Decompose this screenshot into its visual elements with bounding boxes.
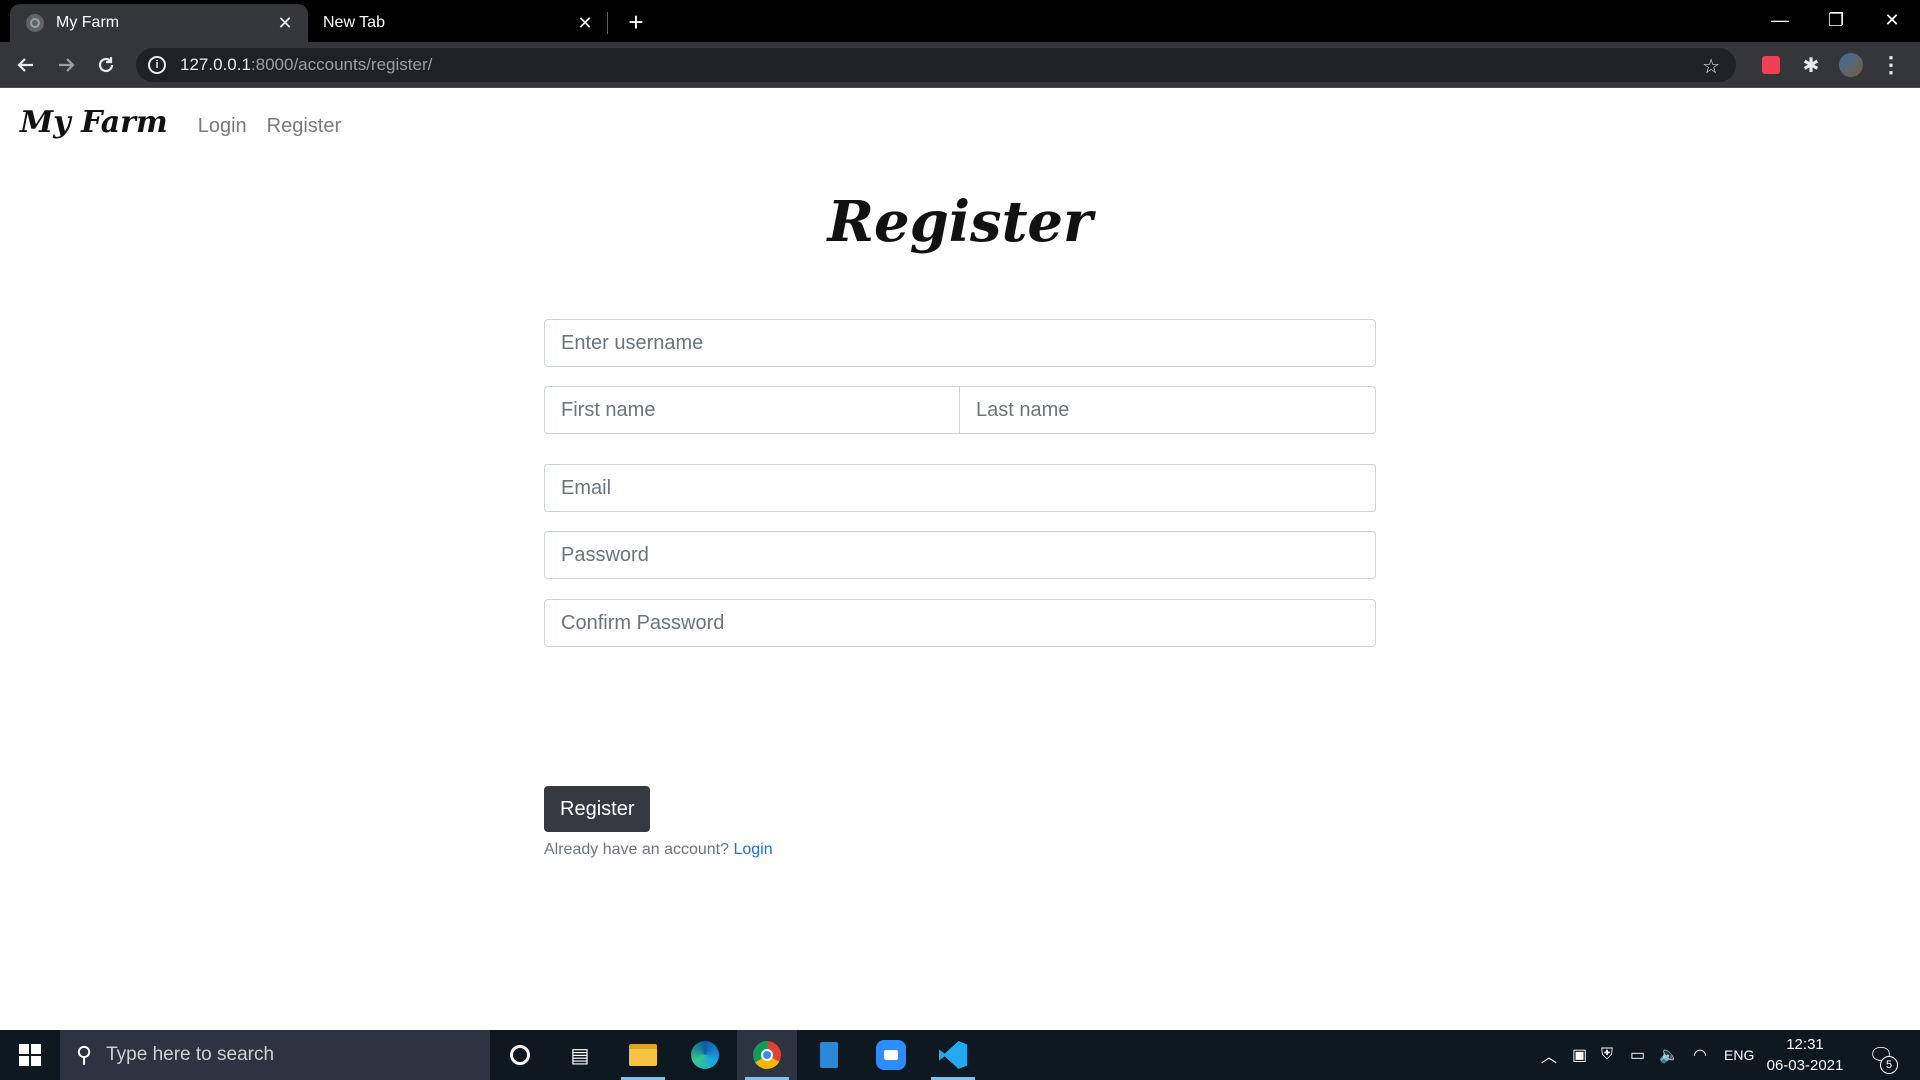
task-view-icon[interactable]: ▤ xyxy=(550,1030,610,1080)
login-link[interactable]: Login xyxy=(733,841,772,858)
site-info-icon[interactable]: i xyxy=(148,56,166,74)
clock-date: 06-03-2021 xyxy=(1766,1057,1844,1074)
site-navbar: My Farm Login Register xyxy=(20,105,361,140)
nav-link-login[interactable]: Login xyxy=(198,115,247,138)
clock-time: 12:31 xyxy=(1786,1036,1824,1053)
register-button[interactable]: Register xyxy=(544,786,651,832)
menu-icon[interactable]: ⋮ xyxy=(1877,51,1905,79)
globe-favicon-icon xyxy=(26,14,44,32)
wifi-icon[interactable]: ◠ xyxy=(1693,1030,1707,1080)
security-icon[interactable]: ⛨ xyxy=(1601,1030,1613,1080)
system-clock[interactable]: 12:31 06-03-2021 xyxy=(1760,1034,1850,1076)
pocket-icon[interactable] xyxy=(1757,51,1785,79)
login-prompt: Already have an account? Login xyxy=(544,841,773,859)
zoom-icon[interactable] xyxy=(861,1030,921,1080)
browser-tab-bar: My Farm ✕ New Tab ✕ + — ❐ ✕ xyxy=(0,0,1920,42)
minimize-icon[interactable]: — xyxy=(1752,0,1808,40)
reload-icon[interactable] xyxy=(90,49,122,81)
tab-title: My Farm xyxy=(56,14,120,31)
language-indicator[interactable]: ENG xyxy=(1724,1030,1754,1080)
back-icon[interactable] xyxy=(10,49,42,81)
windows-logo-icon xyxy=(19,1044,41,1066)
tab-new-tab[interactable]: New Tab ✕ xyxy=(310,4,608,42)
url-host: 127.0.0.1 xyxy=(180,55,251,74)
bookmark-star-icon[interactable]: ☆ xyxy=(1702,54,1720,79)
new-tab-icon[interactable]: + xyxy=(622,7,650,37)
profile-avatar-icon[interactable] xyxy=(1837,51,1865,79)
vscode-icon[interactable] xyxy=(923,1030,983,1080)
page-title: Register xyxy=(827,189,1093,255)
brand-logo[interactable]: My Farm xyxy=(20,105,168,140)
file-explorer-icon[interactable] xyxy=(613,1030,673,1080)
close-window-icon[interactable]: ✕ xyxy=(1864,0,1920,40)
first-name-input[interactable] xyxy=(544,386,960,434)
last-name-input[interactable] xyxy=(960,386,1376,434)
account-prompt-text: Already have an account? xyxy=(544,841,730,858)
taskbar-search[interactable]: ⚲ Type here to search xyxy=(60,1030,490,1080)
edge-icon[interactable] xyxy=(675,1030,735,1080)
tab-close-icon[interactable]: ✕ xyxy=(574,12,596,34)
cortana-icon[interactable] xyxy=(490,1030,550,1080)
url-path: :8000/accounts/register/ xyxy=(250,55,433,74)
tab-close-icon[interactable]: ✕ xyxy=(274,12,296,34)
confirm-password-input[interactable] xyxy=(544,599,1376,647)
start-button[interactable] xyxy=(0,1030,60,1080)
show-hidden-icons-icon[interactable]: ︿ xyxy=(1541,1030,1557,1080)
notepad-icon[interactable] xyxy=(799,1030,859,1080)
extensions-icon[interactable]: ✱ xyxy=(1797,51,1825,79)
volume-icon[interactable]: 🔈 xyxy=(1659,1030,1679,1080)
restore-icon[interactable]: ❐ xyxy=(1808,0,1864,40)
address-bar[interactable]: i 127.0.0.1:8000/accounts/register/ ☆ xyxy=(136,48,1736,82)
tab-title: New Tab xyxy=(323,14,385,31)
search-icon: ⚲ xyxy=(76,1042,93,1067)
windows-taskbar: ⚲ Type here to search ▤ ︿ ▣ ⛨ ▭ 🔈 ◠ ENG … xyxy=(0,1030,1920,1080)
forward-icon[interactable] xyxy=(50,49,82,81)
chrome-icon[interactable] xyxy=(737,1030,797,1080)
tab-my-farm[interactable]: My Farm ✕ xyxy=(10,4,308,42)
tab-separator xyxy=(607,12,608,34)
username-input[interactable] xyxy=(544,319,1376,367)
browser-toolbar: i 127.0.0.1:8000/accounts/register/ ☆ ✱ … xyxy=(0,42,1920,88)
page-content: My Farm Login Register Register Register… xyxy=(0,89,1920,1029)
nav-link-register[interactable]: Register xyxy=(267,115,341,138)
battery-icon[interactable]: ▭ xyxy=(1630,1030,1645,1080)
name-row xyxy=(544,386,1376,434)
notification-count-badge: 5 xyxy=(1880,1056,1898,1074)
email-input[interactable] xyxy=(544,464,1376,512)
password-input[interactable] xyxy=(544,531,1376,579)
search-placeholder: Type here to search xyxy=(106,1044,275,1065)
meet-now-icon[interactable]: ▣ xyxy=(1572,1030,1587,1080)
